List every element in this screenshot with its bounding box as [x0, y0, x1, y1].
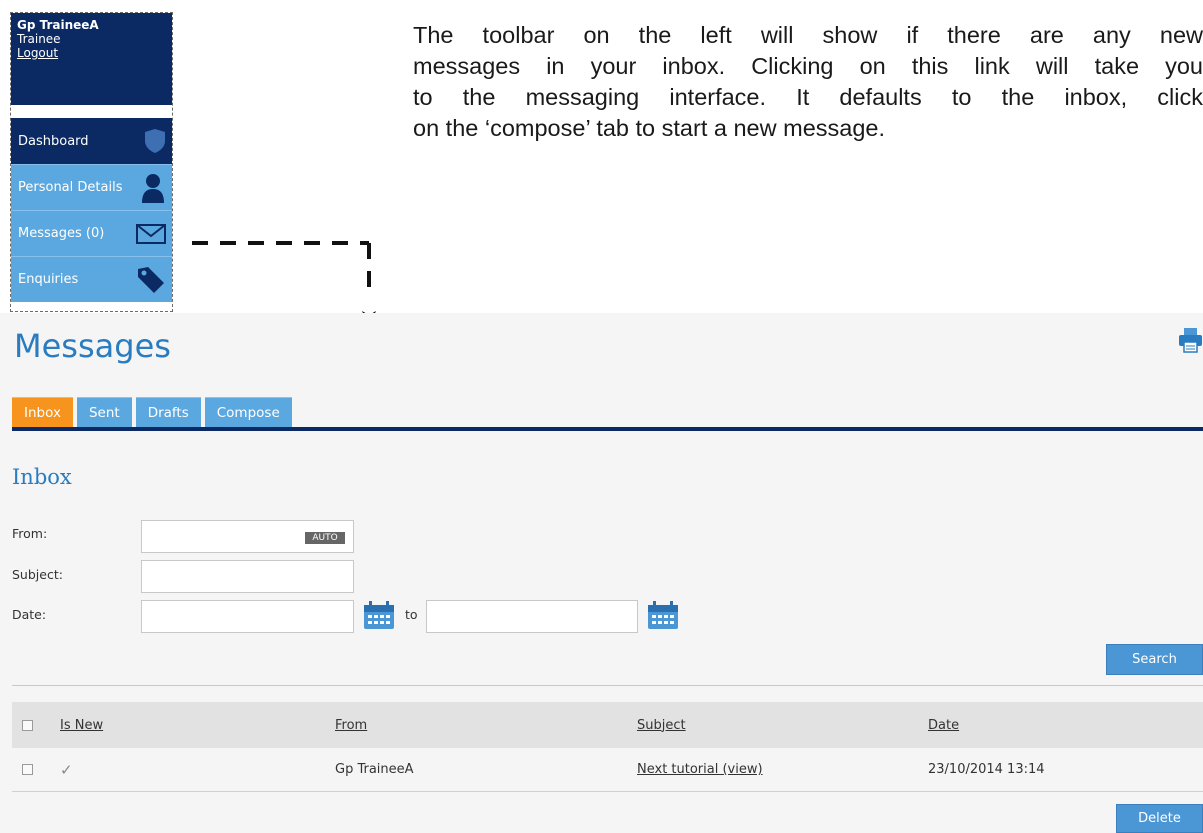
- row-date: 23/10/2014 13:14: [928, 762, 1045, 777]
- sidebar-item-label: Messages (0): [18, 226, 105, 241]
- instruction-text: The toolbar on the left will show if the…: [413, 20, 1203, 144]
- calendar-icon[interactable]: [646, 600, 680, 634]
- divider: [12, 685, 1203, 686]
- tab-bar: Inbox Sent Drafts Compose: [12, 397, 292, 427]
- printer-icon[interactable]: [1178, 327, 1203, 357]
- date-to-input[interactable]: [426, 600, 638, 633]
- subject-input[interactable]: [141, 560, 354, 593]
- tab-sent[interactable]: Sent: [76, 397, 132, 427]
- user-box: Gp TraineeA Trainee Logout: [11, 13, 172, 105]
- sidebar-item-messages[interactable]: Messages (0): [11, 210, 172, 256]
- section-title: Inbox: [12, 465, 72, 489]
- instruction-line: to the messaging interface. It defaults …: [413, 84, 1203, 110]
- logout-link[interactable]: Logout: [17, 46, 166, 60]
- sidebar-item-label: Enquiries: [18, 272, 79, 287]
- date-label: Date:: [12, 607, 47, 622]
- sidebar-item-enquiries[interactable]: Enquiries: [11, 256, 172, 302]
- column-header-date[interactable]: Date: [928, 718, 959, 733]
- table-header: Is New From Subject Date: [12, 702, 1203, 748]
- instruction-line: on the ‘compose’ tab to start a new mess…: [413, 115, 885, 141]
- sidebar-toolbar: Gp TraineeA Trainee Logout Dashboard Per…: [10, 12, 173, 312]
- from-label: From:: [12, 526, 48, 541]
- date-from-input[interactable]: [141, 600, 354, 633]
- instruction-line: messages in your inbox. Clicking on this…: [413, 53, 1203, 79]
- sidebar-item-personal-details[interactable]: Personal Details: [11, 164, 172, 210]
- messages-panel: Messages Inbox Sent Drafts Compose Inbox…: [0, 313, 1203, 833]
- column-header-from[interactable]: From: [335, 718, 367, 733]
- column-header-subject[interactable]: Subject: [637, 718, 686, 733]
- tab-inbox[interactable]: Inbox: [12, 397, 73, 427]
- tag-icon: [136, 265, 166, 295]
- date-to-label: to: [405, 607, 418, 622]
- instruction-line: The toolbar on the left will show if the…: [413, 22, 1203, 48]
- checkmark-icon: ✓: [60, 760, 73, 779]
- tab-compose[interactable]: Compose: [204, 397, 292, 427]
- search-button[interactable]: Search: [1106, 644, 1203, 675]
- user-role: Trainee: [17, 32, 61, 46]
- select-all-checkbox[interactable]: [22, 702, 33, 748]
- sidebar-item-label: Dashboard: [18, 133, 89, 149]
- column-header-is-new[interactable]: Is New: [60, 718, 103, 733]
- person-icon: [140, 173, 166, 203]
- row-checkbox[interactable]: [22, 748, 33, 791]
- sidebar-item-dashboard[interactable]: Dashboard: [11, 118, 172, 164]
- page-title: Messages: [14, 327, 171, 365]
- tab-underline: [12, 427, 1203, 431]
- tab-drafts[interactable]: Drafts: [135, 397, 201, 427]
- shield-icon: [144, 128, 166, 154]
- sidebar-item-label: Personal Details: [18, 180, 123, 195]
- envelope-icon: [136, 223, 166, 244]
- delete-button[interactable]: Delete: [1116, 804, 1203, 833]
- calendar-icon[interactable]: [362, 600, 396, 634]
- auto-complete-badge: AUTO: [305, 532, 345, 544]
- row-from: Gp TraineeA: [335, 762, 414, 777]
- user-name: Gp TraineeA: [17, 18, 99, 32]
- row-subject-link[interactable]: Next tutorial (view): [637, 762, 763, 777]
- table-row[interactable]: ✓ Gp TraineeA Next tutorial (view) 23/10…: [12, 748, 1203, 792]
- subject-label: Subject:: [12, 567, 63, 582]
